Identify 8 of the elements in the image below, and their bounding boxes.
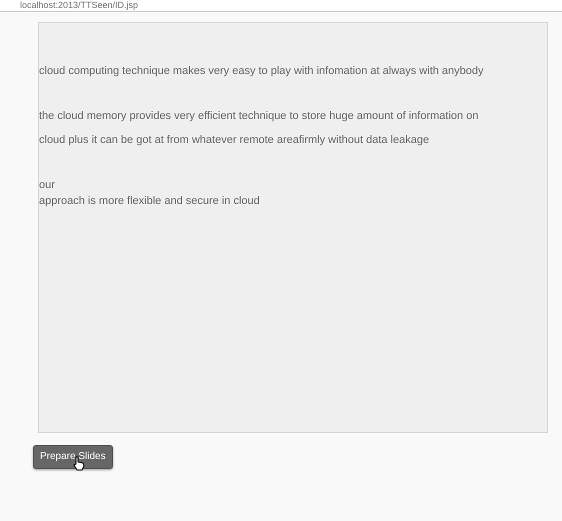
text-line: approach is more flexible and secure in cloud (39, 194, 261, 209)
prepare-slides-button[interactable]: Prepare Slides (33, 444, 113, 468)
text-line: cloud computing technique makes very easy to play with infomation at always with anybody (39, 64, 485, 79)
text-line: cloud plus it can be got at from whatever remote areafirmly without data leakage (39, 133, 430, 148)
address-text: localhost:2013/TTSeen/ID.jsp (20, 0, 138, 10)
text-area[interactable] (38, 22, 548, 433)
text-line: the cloud memory provides very efficient technique to store huge amount of information on (39, 109, 480, 124)
text-line: our (39, 178, 56, 193)
